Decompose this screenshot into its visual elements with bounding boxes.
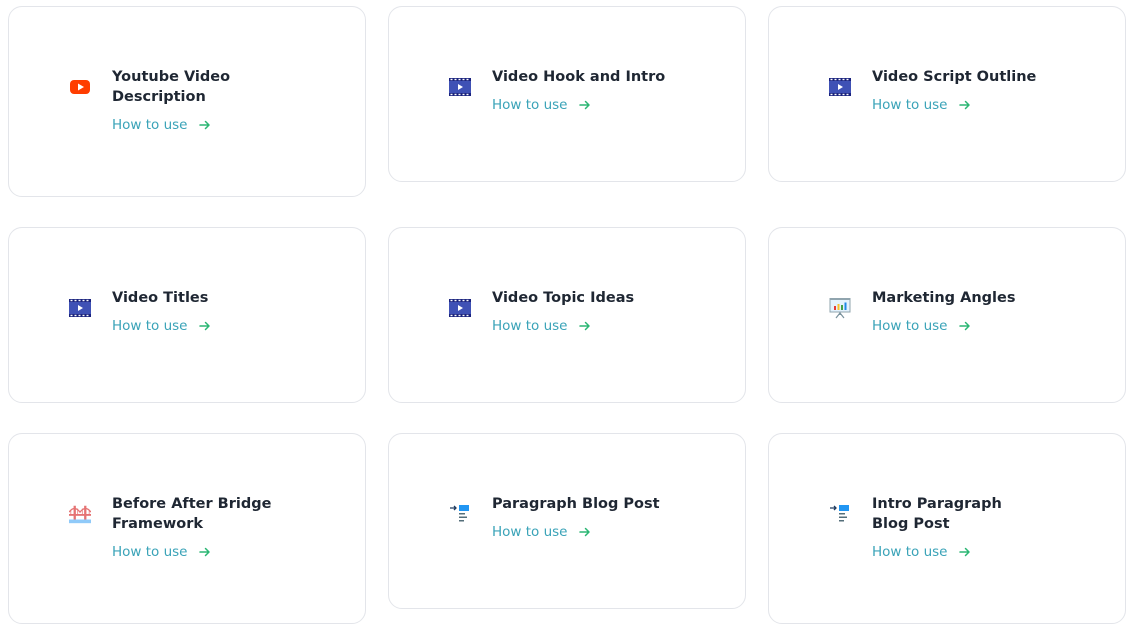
film-strip-icon: [829, 76, 851, 98]
youtube-icon: [69, 76, 91, 98]
how-to-use-link[interactable]: How to use: [872, 316, 1015, 336]
how-to-use-label: How to use: [872, 544, 948, 560]
card-video-script-outline[interactable]: Video Script Outline How to use: [768, 6, 1126, 182]
how-to-use-label: How to use: [872, 318, 948, 334]
card-title: Paragraph Blog Post: [492, 496, 660, 512]
arrow-right-icon: [959, 321, 971, 331]
paragraph-indent-icon: [829, 503, 851, 525]
card-youtube-video-description[interactable]: Youtube Video Description How to use: [8, 6, 366, 197]
card-title: Video Titles: [112, 290, 209, 306]
how-to-use-label: How to use: [492, 318, 568, 334]
arrow-right-icon: [579, 321, 591, 331]
card-title: Before After Bridge Framework: [112, 496, 272, 532]
card-intro-paragraph-blog-post[interactable]: Intro Paragraph Blog Post How to use: [768, 433, 1126, 624]
how-to-use-link[interactable]: How to use: [112, 542, 282, 562]
card-title: Marketing Angles: [872, 290, 1016, 306]
paragraph-indent-icon: [449, 503, 471, 525]
card-video-hook-and-intro[interactable]: Video Hook and Intro How to use: [388, 6, 746, 182]
how-to-use-label: How to use: [112, 117, 188, 133]
card-title: Youtube Video Description: [112, 69, 231, 105]
how-to-use-link[interactable]: How to use: [872, 542, 1042, 562]
card-marketing-angles[interactable]: Marketing Angles How to use: [768, 227, 1126, 403]
how-to-use-label: How to use: [112, 318, 188, 334]
film-strip-icon: [69, 297, 91, 319]
card-video-titles[interactable]: Video Titles How to use: [8, 227, 366, 403]
card-title: Video Script Outline: [872, 69, 1037, 85]
how-to-use-label: How to use: [492, 524, 568, 540]
card-title: Intro Paragraph Blog Post: [872, 496, 1002, 532]
card-before-after-bridge-framework[interactable]: Before After Bridge Framework How to use: [8, 433, 366, 624]
how-to-use-link[interactable]: How to use: [492, 316, 634, 336]
arrow-right-icon: [579, 100, 591, 110]
arrow-right-icon: [579, 527, 591, 537]
film-strip-icon: [449, 76, 471, 98]
bridge-icon: [69, 503, 91, 525]
arrow-right-icon: [199, 321, 211, 331]
film-strip-icon: [449, 297, 471, 319]
how-to-use-link[interactable]: How to use: [872, 95, 1036, 115]
card-title: Video Hook and Intro: [492, 69, 666, 85]
how-to-use-link[interactable]: How to use: [112, 316, 211, 336]
how-to-use-link[interactable]: How to use: [492, 522, 660, 542]
how-to-use-label: How to use: [492, 97, 568, 113]
arrow-right-icon: [959, 547, 971, 557]
how-to-use-link[interactable]: How to use: [112, 115, 272, 135]
card-video-topic-ideas[interactable]: Video Topic Ideas How to use: [388, 227, 746, 403]
arrow-right-icon: [199, 547, 211, 557]
how-to-use-link[interactable]: How to use: [492, 95, 665, 115]
presentation-chart-icon: [829, 297, 851, 319]
how-to-use-label: How to use: [872, 97, 948, 113]
how-to-use-label: How to use: [112, 544, 188, 560]
arrow-right-icon: [199, 120, 211, 130]
card-paragraph-blog-post[interactable]: Paragraph Blog Post How to use: [388, 433, 746, 609]
card-title: Video Topic Ideas: [492, 290, 635, 306]
arrow-right-icon: [959, 100, 971, 110]
